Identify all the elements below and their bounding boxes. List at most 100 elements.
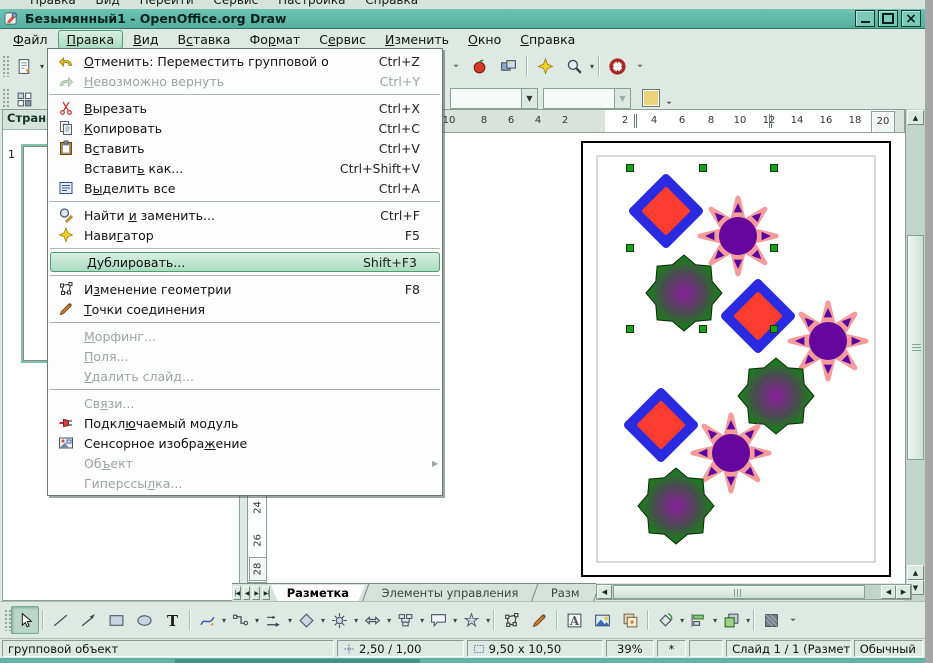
menubar-item-9[interactable]: Справка bbox=[511, 30, 584, 49]
pink-star-shape[interactable] bbox=[700, 198, 776, 274]
status-slide-info[interactable]: Слайд 1 / 1 (Разметка) bbox=[726, 640, 851, 657]
rect-shape-button[interactable] bbox=[102, 606, 130, 634]
menu-item[interactable]: Удалить слайд... bbox=[48, 366, 442, 386]
toolbar-grip[interactable] bbox=[4, 609, 11, 631]
scroll-up-button-bottom[interactable]: ▲ bbox=[907, 565, 924, 580]
menu-item[interactable]: КопироватьCtrl+C bbox=[48, 118, 442, 138]
line-style-combobox-2[interactable]: ▼ bbox=[543, 88, 631, 109]
green-star-shape[interactable] bbox=[738, 358, 814, 434]
menu-item[interactable]: НавигаторF5 bbox=[48, 225, 442, 245]
text-button[interactable]: T bbox=[158, 606, 186, 634]
toolbar-grip[interactable] bbox=[2, 55, 9, 77]
menu-item[interactable]: Изменение геометрииF8 bbox=[48, 279, 442, 299]
glue-points-button[interactable] bbox=[525, 606, 553, 634]
layer-tab-2[interactable]: Элементы управления bbox=[365, 585, 534, 602]
rotate-button[interactable] bbox=[651, 606, 679, 634]
scroll-left-button-2[interactable]: ◀ bbox=[881, 585, 896, 599]
help-button[interactable] bbox=[603, 52, 631, 80]
toolbar-grip[interactable] bbox=[2, 88, 9, 110]
selection-handle[interactable] bbox=[700, 326, 707, 333]
vertical-scrollbar[interactable]: ▲ ▲ ▼ bbox=[905, 109, 925, 601]
horizontal-scroll-thumb[interactable] bbox=[613, 585, 865, 599]
menu-item[interactable]: Подключаемый модуль bbox=[48, 413, 442, 433]
line-button[interactable] bbox=[46, 606, 74, 634]
selection-handle[interactable] bbox=[771, 165, 778, 172]
selection-handle[interactable] bbox=[627, 326, 634, 333]
menu-item[interactable]: Объект▶ bbox=[48, 453, 442, 473]
menubar-item-2[interactable]: Правка bbox=[58, 30, 124, 49]
menubar-item-4[interactable]: Вставка bbox=[168, 30, 239, 49]
menu-item[interactable]: Вставить как...Ctrl+Shift+V bbox=[48, 158, 442, 178]
status-zoom[interactable]: 39% bbox=[606, 640, 654, 657]
chevron-down-button[interactable] bbox=[632, 58, 648, 74]
dropdown-arrow-icon[interactable]: ▾ bbox=[590, 62, 594, 71]
menu-item[interactable]: Поля... bbox=[48, 346, 442, 366]
picture-button[interactable] bbox=[588, 606, 616, 634]
tab-first-button[interactable]: |◀ bbox=[233, 586, 241, 600]
selection-handle[interactable] bbox=[627, 245, 634, 252]
cursor-button[interactable] bbox=[11, 606, 39, 634]
arrow-button[interactable] bbox=[74, 606, 102, 634]
layer-tab-1[interactable]: Разметка bbox=[271, 585, 365, 602]
combobox-dropdown-icon[interactable]: ▼ bbox=[614, 89, 630, 108]
menu-item[interactable]: ВставитьCtrl+V bbox=[48, 138, 442, 158]
scroll-up-button[interactable]: ▲ bbox=[907, 110, 924, 125]
chevron-down-button[interactable] bbox=[785, 612, 801, 628]
flowchart-button[interactable] bbox=[391, 606, 419, 634]
layer-tab-3[interactable]: Разм bbox=[535, 585, 596, 602]
edit-points-button[interactable] bbox=[497, 606, 525, 634]
stars-button[interactable] bbox=[457, 606, 485, 634]
menu-item[interactable]: Дублировать...Shift+F3 bbox=[50, 252, 440, 272]
line-style-combobox-1[interactable]: ▼ bbox=[450, 88, 538, 109]
status-view-mode[interactable]: Обычный bbox=[854, 640, 923, 657]
status-position[interactable]: 2,50 / 1,00 bbox=[337, 640, 464, 657]
menubar-item-5[interactable]: Формат bbox=[240, 30, 309, 49]
align-button[interactable] bbox=[684, 606, 712, 634]
fontwork-button[interactable]: A bbox=[560, 606, 588, 634]
menubar-item-7[interactable]: Изменить bbox=[376, 30, 458, 49]
combobox-dropdown-icon[interactable]: ▼ bbox=[521, 89, 537, 108]
menu-item[interactable]: Гиперссылка... bbox=[48, 473, 442, 493]
curve-button[interactable] bbox=[193, 606, 221, 634]
menu-item[interactable]: Выделить всеCtrl+A bbox=[48, 178, 442, 198]
block-arrows-button[interactable] bbox=[358, 606, 386, 634]
menu-item[interactable]: Невозможно вернутьCtrl+Y bbox=[48, 71, 442, 91]
menu-item[interactable]: Точки соединения bbox=[48, 299, 442, 319]
zoom-button[interactable] bbox=[560, 52, 588, 80]
tab-next-button[interactable]: ▶ bbox=[252, 586, 260, 600]
selection-handle[interactable] bbox=[771, 245, 778, 252]
selection-handle[interactable] bbox=[627, 165, 634, 172]
scroll-right-button[interactable]: ▶ bbox=[896, 585, 911, 599]
dropdown-arrow-icon[interactable]: ▾ bbox=[40, 62, 44, 71]
selection-handle[interactable] bbox=[771, 326, 778, 333]
pink-star-shape[interactable] bbox=[693, 415, 769, 491]
ellipse-shape-button[interactable] bbox=[130, 606, 158, 634]
menubar-item-1[interactable]: Файл bbox=[4, 30, 57, 49]
callouts-button[interactable] bbox=[424, 606, 452, 634]
menu-item[interactable]: Найти и заменить...Ctrl+F bbox=[48, 205, 442, 225]
effects-button[interactable] bbox=[757, 606, 785, 634]
status-size[interactable]: 9,50 x 10,50 bbox=[467, 640, 603, 657]
menu-item[interactable]: ВырезатьCtrl+X bbox=[48, 98, 442, 118]
menubar-item-6[interactable]: Сервис bbox=[310, 30, 375, 49]
close-button[interactable]: × bbox=[901, 10, 921, 27]
menu-item[interactable]: Сенсорное изображение bbox=[48, 433, 442, 453]
titlebar[interactable]: Безымянный1 - OpenOffice.org Draw × bbox=[0, 9, 925, 29]
tab-last-button[interactable]: ▶| bbox=[262, 586, 270, 600]
fill-color-swatch[interactable] bbox=[642, 89, 660, 107]
symbol-shapes-button[interactable] bbox=[325, 606, 353, 634]
menubar-item-3[interactable]: Вид bbox=[124, 30, 167, 49]
vertical-scroll-thumb[interactable] bbox=[907, 235, 924, 460]
horizontal-scrollbar[interactable]: ◀ ◀ ▶ bbox=[596, 584, 912, 600]
pink-star-shape[interactable] bbox=[790, 303, 866, 379]
selection-handle[interactable] bbox=[700, 165, 707, 172]
green-star-shape[interactable] bbox=[638, 468, 714, 544]
connector-button[interactable] bbox=[226, 606, 254, 634]
basic-shapes-button[interactable] bbox=[292, 606, 320, 634]
minimize-button[interactable] bbox=[855, 10, 875, 27]
tab-prev-button[interactable]: ◀ bbox=[243, 586, 251, 600]
gallery-button[interactable] bbox=[494, 52, 522, 80]
dropdown-arrow-icon[interactable]: ▾ bbox=[486, 616, 490, 625]
clone-button[interactable] bbox=[616, 606, 644, 634]
menu-item[interactable]: Связи... bbox=[48, 393, 442, 413]
